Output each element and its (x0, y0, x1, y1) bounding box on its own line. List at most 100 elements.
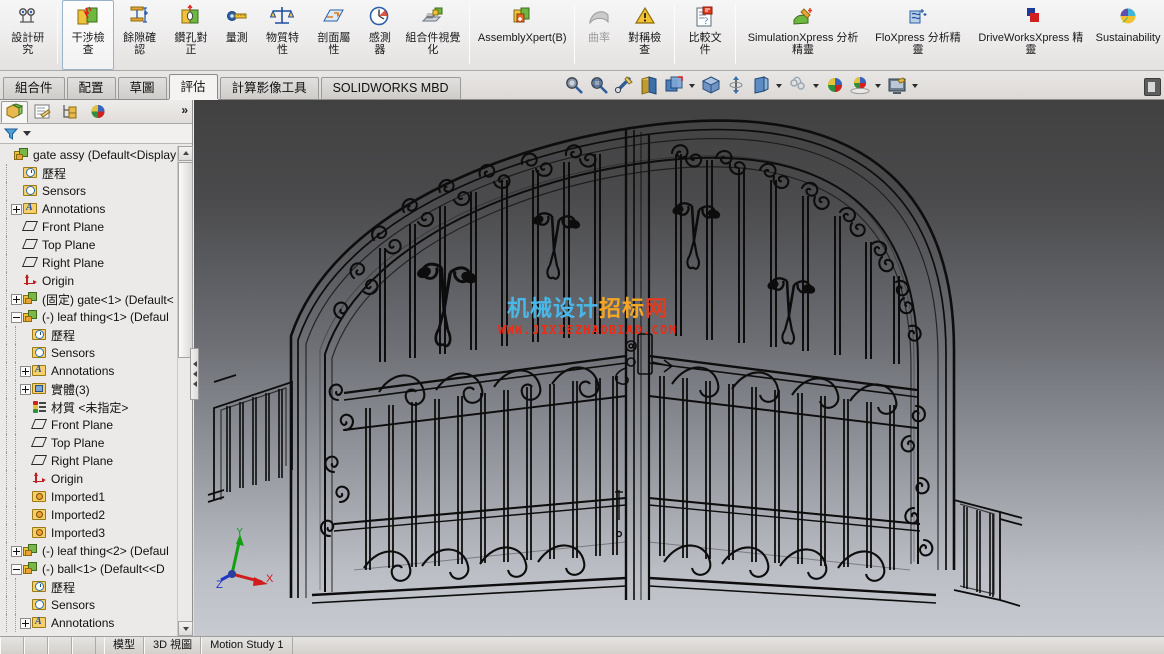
feature-tree-item[interactable]: (-) ball<1> (Default<<D (0, 560, 192, 578)
ribbon-label: 餘隙確認 (123, 32, 157, 56)
tree-item-icon (23, 543, 39, 559)
ribbon-command-sustainability[interactable]: Sustainability (1092, 0, 1164, 70)
ribbon-command-compare-documents[interactable]: ? 比較文件 (679, 0, 730, 70)
feature-tree-filter-bar[interactable] (0, 124, 192, 144)
feature-tree-item[interactable]: (-) leaf thing<2> (Defaul (0, 542, 192, 560)
ribbon-command-simulationxpress[interactable]: SimulationXpress 分析精靈 (740, 0, 866, 70)
display-manager-tab-icon[interactable] (85, 101, 112, 123)
feature-tree-item[interactable]: Origin (0, 470, 192, 488)
feature-tree-item[interactable]: A Annotations (0, 200, 192, 218)
display-pane-toggle[interactable] (1144, 78, 1161, 96)
statusbar-button-3[interactable] (48, 637, 72, 654)
feature-tree-item[interactable]: 歷程 (0, 164, 192, 182)
property-manager-tab-icon[interactable] (29, 101, 56, 123)
feature-tree-item[interactable]: Imported1 (0, 488, 192, 506)
tab-evaluate[interactable]: 評估 (168, 74, 218, 99)
tree-indent-guide (2, 542, 11, 560)
filter-icon (4, 128, 19, 140)
ribbon-command-hole-alignment[interactable]: 鑽孔對正 (165, 0, 216, 70)
feature-tree-item[interactable]: 材質 <未指定> (0, 398, 192, 416)
ribbon-command-section-properties[interactable]: 剖面屬性 (308, 0, 359, 70)
graphics-viewport[interactable]: 机械设计招标网 WWW.JIXIEZHAOBIAO.COM Y X Z (194, 100, 1164, 636)
feature-tree-item[interactable]: Top Plane (0, 236, 192, 254)
more-tabs-chevron-icon[interactable]: » (181, 103, 188, 117)
statusbar-tab-model[interactable]: 模型 (104, 637, 144, 654)
ribbon-command-measure[interactable]: 量測 (217, 0, 257, 70)
statusbar-button-2[interactable] (24, 637, 48, 654)
feature-tree[interactable]: gate assy (Default<Display 歷程 Sensors A Anno… (0, 144, 192, 654)
feature-tree-item[interactable]: Sensors (0, 344, 192, 362)
feature-tree-item[interactable]: Front Plane (0, 218, 192, 236)
tree-expand-toggle[interactable] (20, 617, 31, 629)
tab-sketch[interactable]: 草圖 (117, 77, 167, 99)
hide-show-components-caret-icon[interactable] (812, 74, 821, 96)
view-display-icon[interactable] (750, 74, 772, 96)
statusbar-tab-motion-study[interactable]: Motion Study 1 (201, 637, 293, 654)
panel-splitter-handle[interactable] (190, 348, 199, 400)
hide-show-items-icon[interactable] (725, 74, 747, 96)
hide-show-components-icon[interactable] (787, 74, 809, 96)
feature-tree-item[interactable]: Front Plane (0, 416, 192, 434)
configuration-manager-tab-icon[interactable] (57, 101, 84, 123)
tab-assembly[interactable]: 組合件 (3, 77, 65, 99)
feature-manager-tab-icon[interactable] (1, 100, 28, 123)
ribbon-command-assemblyxpert[interactable]: AssemblyXpert(B) (474, 0, 570, 70)
feature-tree-item[interactable]: (-) leaf thing<1> (Defaul (0, 308, 192, 326)
tree-collapse-toggle[interactable] (11, 311, 22, 323)
ribbon-command-assembly-visualization[interactable]: 組合件視覺化 (400, 0, 465, 70)
display-style-icon[interactable] (663, 74, 685, 96)
tree-expand-toggle[interactable] (20, 383, 31, 395)
tree-collapse-toggle[interactable] (11, 563, 22, 575)
feature-tree-item[interactable]: Right Plane (0, 254, 192, 272)
feature-tree-item[interactable]: Top Plane (0, 434, 192, 452)
tree-expand-toggle[interactable] (11, 293, 22, 305)
statusbar-tab-3d-views[interactable]: 3D 視圖 (144, 637, 202, 654)
tab-layout[interactable]: 配置 (66, 77, 116, 99)
view-settings-caret-icon[interactable] (911, 74, 920, 96)
view-settings-icon[interactable] (886, 74, 908, 96)
scroll-up-button[interactable] (178, 146, 193, 161)
ribbon-command-interference-detection[interactable]: 干涉檢查 (62, 0, 114, 70)
filter-dropdown-caret-icon[interactable] (23, 131, 31, 136)
ribbon-command-symmetry-check[interactable]: 對稱檢查 (619, 0, 670, 70)
apply-scene-icon[interactable] (849, 74, 871, 96)
feature-tree-item[interactable]: A Annotations (0, 614, 192, 632)
feature-tree-item[interactable]: 歷程 (0, 578, 192, 596)
feature-tree-item[interactable]: Imported2 (0, 506, 192, 524)
ribbon-command-floxpress[interactable]: FloXpress 分析精靈 (866, 0, 969, 70)
feature-tree-item[interactable]: Origin (0, 272, 192, 290)
statusbar-button-4[interactable] (72, 637, 96, 654)
feature-tree-item[interactable]: 歷程 (0, 326, 192, 344)
feature-tree-item[interactable]: gate assy (Default<Display (0, 146, 192, 164)
feature-tree-item[interactable]: Sensors (0, 596, 192, 614)
feature-tree-item[interactable]: 實體(3) (0, 380, 192, 398)
scroll-thumb[interactable] (178, 162, 193, 358)
view-display-caret-icon[interactable] (775, 74, 784, 96)
section-view-icon[interactable] (638, 74, 660, 96)
zoom-to-fit-icon[interactable] (563, 74, 585, 96)
tree-expand-toggle[interactable] (11, 203, 22, 215)
feature-tree-item[interactable]: Right Plane (0, 452, 192, 470)
ribbon-command-clearance-verification[interactable]: 餘隙確認 (114, 0, 165, 70)
zoom-to-area-icon[interactable] (588, 74, 610, 96)
tree-expand-toggle[interactable] (20, 365, 31, 377)
feature-tree-item[interactable]: (固定) gate<1> (Default< (0, 290, 192, 308)
tree-expand-toggle[interactable] (11, 545, 22, 557)
ribbon-command-mass-properties[interactable]: 物質特性 (257, 0, 308, 70)
view-orientation-icon[interactable] (700, 74, 722, 96)
feature-tree-item[interactable]: Imported3 (0, 524, 192, 542)
previous-view-icon[interactable] (613, 74, 635, 96)
ribbon-command-sensor[interactable]: 感測器 (360, 0, 401, 70)
tree-indent-guide (11, 398, 20, 416)
statusbar-button-1[interactable] (0, 637, 24, 654)
scroll-down-button[interactable] (178, 621, 193, 636)
ribbon-command-design-study[interactable]: 設計研究 (2, 0, 53, 70)
feature-tree-item[interactable]: Sensors (0, 182, 192, 200)
ribbon-command-driveworksxpress[interactable]: DriveWorksXpress 精靈 (970, 0, 1092, 70)
edit-appearance-icon[interactable] (824, 74, 846, 96)
tab-render-tools[interactable]: 計算影像工具 (219, 77, 319, 99)
tab-solidworks-mbd[interactable]: SOLIDWORKS MBD (320, 77, 461, 99)
display-style-caret-icon[interactable] (688, 74, 697, 96)
apply-scene-caret-icon[interactable] (874, 74, 883, 96)
feature-tree-item[interactable]: A Annotations (0, 362, 192, 380)
